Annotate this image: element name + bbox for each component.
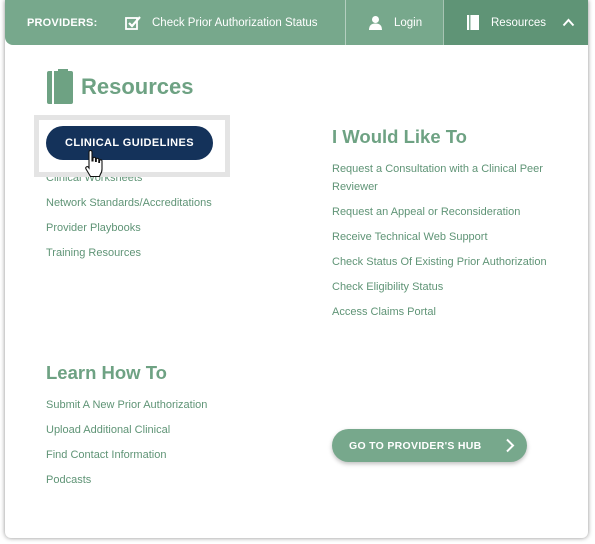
would-like-link-check-status[interactable]: Check Status Of Existing Prior Authoriza… <box>332 256 547 268</box>
resources-label: Resources <box>491 16 546 29</box>
resources-menu-toggle[interactable]: Resources <box>443 0 588 45</box>
book-icon <box>466 14 480 31</box>
would-like-to-heading: I Would Like To <box>332 126 467 147</box>
chevron-right-icon <box>505 438 515 456</box>
top-nav-bar: PROVIDERS: Check Prior Authorization Sta… <box>5 0 588 45</box>
check-prior-authorization-link[interactable]: Check Prior Authorization Status <box>125 0 318 45</box>
page-frame: PROVIDERS: Check Prior Authorization Sta… <box>5 0 588 538</box>
learn-link-find-contact[interactable]: Find Contact Information <box>46 449 166 461</box>
resources-link-provider-playbooks[interactable]: Provider Playbooks <box>46 222 141 234</box>
would-like-link-tech-support[interactable]: Receive Technical Web Support <box>332 231 488 243</box>
hand-cursor-icon <box>84 149 104 189</box>
hub-button-label: GO TO PROVIDER'S HUB <box>349 439 482 452</box>
learn-link-upload-clinical[interactable]: Upload Additional Clinical <box>46 424 170 436</box>
would-like-link-claims-portal[interactable]: Access Claims Portal <box>332 306 436 318</box>
learn-how-to-heading: Learn How To <box>46 362 167 383</box>
book-icon <box>46 69 74 105</box>
would-like-link-appeal[interactable]: Request an Appeal or Reconsideration <box>332 206 520 218</box>
login-link[interactable]: Login <box>345 0 445 45</box>
go-to-providers-hub-button[interactable]: GO TO PROVIDER'S HUB <box>332 429 527 462</box>
providers-label: PROVIDERS: <box>27 16 98 29</box>
resources-link-training-resources[interactable]: Training Resources <box>46 247 141 259</box>
resources-heading: Resources <box>46 68 194 106</box>
checkbox-icon <box>125 15 141 31</box>
clinical-guidelines-button[interactable]: CLINICAL GUIDELINES <box>46 126 213 160</box>
would-like-link-consultation[interactable]: Request a Consultation with a Clinical P… <box>332 160 562 196</box>
would-like-link-eligibility[interactable]: Check Eligibility Status <box>332 281 443 293</box>
learn-link-submit-prior-auth[interactable]: Submit A New Prior Authorization <box>46 399 207 411</box>
learn-link-podcasts[interactable]: Podcasts <box>46 474 91 486</box>
login-label: Login <box>394 16 423 29</box>
check-status-label: Check Prior Authorization Status <box>152 16 318 29</box>
user-icon <box>368 15 383 30</box>
resources-link-network-standards[interactable]: Network Standards/Accreditations <box>46 197 212 209</box>
resources-title: Resources <box>81 74 194 99</box>
chevron-up-icon <box>562 18 575 27</box>
